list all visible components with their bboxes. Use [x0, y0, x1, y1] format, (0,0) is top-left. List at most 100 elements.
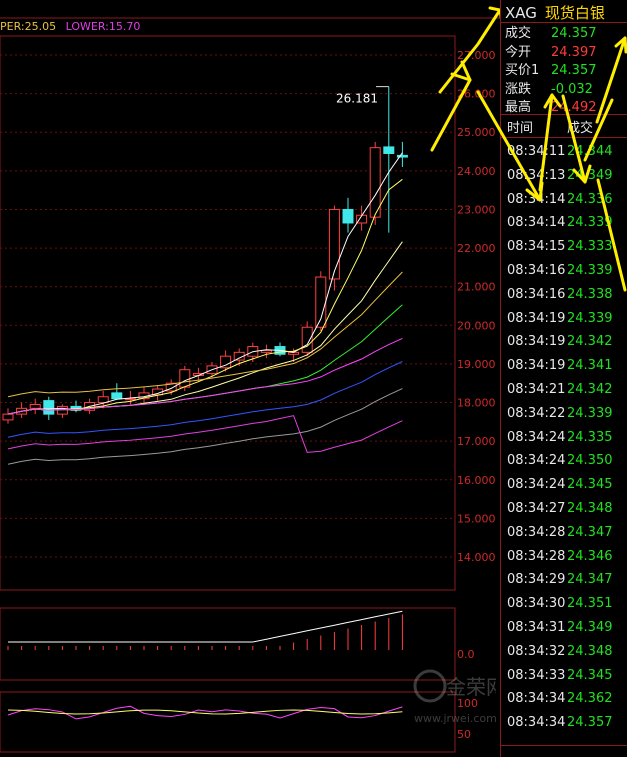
- tick-label: 20.000: [457, 319, 496, 332]
- trade-row: 08:34:14 24.339: [507, 211, 613, 235]
- high-annotation: 26.181: [336, 92, 378, 106]
- trade-time: 08:34:16: [507, 286, 566, 302]
- candle: [179, 369, 191, 388]
- trade-row: 08:34:30 24.351: [507, 592, 613, 616]
- trade-price: 24.348: [567, 501, 613, 516]
- candle: [328, 208, 340, 280]
- candle: [396, 154, 408, 158]
- trade-row: 08:34:19 24.342: [507, 330, 613, 354]
- trade-row: 08:34:24 24.345: [507, 473, 613, 497]
- tick-label: 16.000: [457, 474, 496, 487]
- trade-time: 08:34:24: [507, 477, 566, 493]
- trade-row: 08:34:16 24.338: [507, 283, 613, 307]
- trade-row: 08:34:29 24.347: [507, 568, 613, 592]
- col-header-time: 时间: [507, 121, 534, 136]
- oscillator-line: [7, 705, 403, 720]
- trade-row: 08:34:14 24.336: [507, 188, 613, 212]
- ma-line: [7, 304, 403, 415]
- candle: [43, 400, 55, 415]
- quote-label: 成交: [505, 26, 532, 41]
- tick-label: 14.000: [457, 551, 496, 564]
- trade-time: 08:34:19: [507, 334, 566, 350]
- watermark-url: www.jrwei.com: [414, 712, 496, 725]
- trade-row: 08:34:34 24.357: [507, 711, 613, 735]
- candle: [97, 396, 109, 404]
- trade-price: 24.357: [567, 715, 613, 731]
- quote-label: 涨跌: [505, 81, 532, 97]
- candle: [2, 413, 14, 421]
- tick-label: 17.000: [457, 435, 496, 448]
- tick-label: 25.000: [457, 126, 496, 139]
- volume-frame: [0, 607, 456, 681]
- trade-price: 24.342: [567, 334, 613, 350]
- trade-time: 08:34:28: [507, 548, 566, 564]
- trade-price: 24.339: [567, 215, 613, 231]
- trade-price: 24.348: [567, 643, 613, 659]
- trade-row: 08:34:33 24.345: [507, 664, 613, 688]
- trade-time: 08:34:19: [507, 310, 566, 326]
- trade-price: 24.342: [567, 382, 613, 397]
- trade-price: 24.345: [567, 667, 613, 683]
- trade-price: 24.347: [567, 572, 613, 588]
- trade-price: 24.350: [567, 453, 613, 469]
- trade-row: 08:34:28 24.346: [507, 545, 613, 569]
- trade-row: 08:34:19 24.341: [507, 354, 613, 378]
- trade-price: 24.351: [567, 596, 613, 612]
- candle: [383, 146, 395, 154]
- tick-label: 22.000: [457, 242, 496, 255]
- trade-row: 08:34:15 24.333: [507, 235, 613, 259]
- trade-time: 08:34:11: [507, 144, 566, 159]
- trade-price: 24.349: [567, 620, 613, 635]
- divider: [501, 22, 627, 23]
- trade-time: 08:34:24: [507, 453, 566, 469]
- ma-line: [7, 241, 403, 415]
- trade-time: 08:34:19: [507, 358, 566, 374]
- quote-row: 今开 24.397: [505, 43, 597, 62]
- instrument-name: 现货白银: [544, 4, 605, 22]
- trade-time: 08:34:33: [507, 667, 566, 683]
- trade-row: 08:34:32 24.348: [507, 640, 613, 664]
- trade-row: 08:34:22 24.339: [507, 402, 613, 426]
- trade-row: 08:34:19 24.339: [507, 307, 613, 331]
- divider: [501, 745, 627, 746]
- quote-value: 24.357: [551, 26, 597, 41]
- tick-label: 15.000: [457, 512, 496, 525]
- candle: [29, 403, 41, 409]
- divider: [501, 137, 627, 138]
- quote-value: -0.032: [551, 81, 593, 97]
- trade-price: 24.338: [567, 286, 613, 302]
- trade-price: 24.333: [567, 239, 613, 255]
- bollinger-upper: [7, 271, 403, 398]
- volume-line: [8, 610, 403, 643]
- trade-price: 24.362: [567, 691, 613, 707]
- quote-row: 买价1 24.357: [505, 61, 597, 80]
- ma-line: [7, 388, 403, 465]
- quote-panel: XAG 现货白银 成交 24.357 今开 24.397 买价1 24.357 涨跌 -0.03…: [500, 0, 627, 757]
- trade-row: 08:34:16 24.339: [507, 259, 613, 283]
- trade-price: 24.339: [567, 263, 613, 278]
- candle: [342, 208, 354, 224]
- tick-label: 27.000: [457, 49, 496, 62]
- trade-time: 08:34:14: [507, 191, 566, 207]
- trade-row: 08:34:31 24.349: [507, 616, 613, 640]
- annotation-arrow: [488, 6, 500, 12]
- trade-row: 08:34:21 24.342: [507, 378, 613, 402]
- col-header-deal: 成交: [567, 121, 594, 136]
- trade-price: 24.346: [567, 548, 613, 564]
- candle: [111, 392, 123, 400]
- trade-row: 08:34:13 24.349: [507, 164, 613, 188]
- quote-row: 成交 24.357: [505, 24, 597, 43]
- trade-time: 08:34:22: [507, 405, 566, 421]
- watermark-brand: 金荣网: [446, 675, 496, 699]
- trade-price: 24.347: [567, 524, 613, 540]
- trade-time: 08:34:31: [507, 620, 566, 635]
- trade-time: 08:34:14: [507, 215, 566, 231]
- annotation-arrow: [430, 78, 472, 152]
- trade-time: 08:34:24: [507, 429, 566, 445]
- quote-value: 24.357: [551, 63, 597, 78]
- trade-price: 24.341: [567, 358, 613, 374]
- trade-price: 24.344: [567, 144, 613, 159]
- trade-price: 24.349: [567, 167, 613, 183]
- trade-row: 08:34:24 24.350: [507, 449, 613, 473]
- legend-upper: PER:25.05: [0, 20, 57, 33]
